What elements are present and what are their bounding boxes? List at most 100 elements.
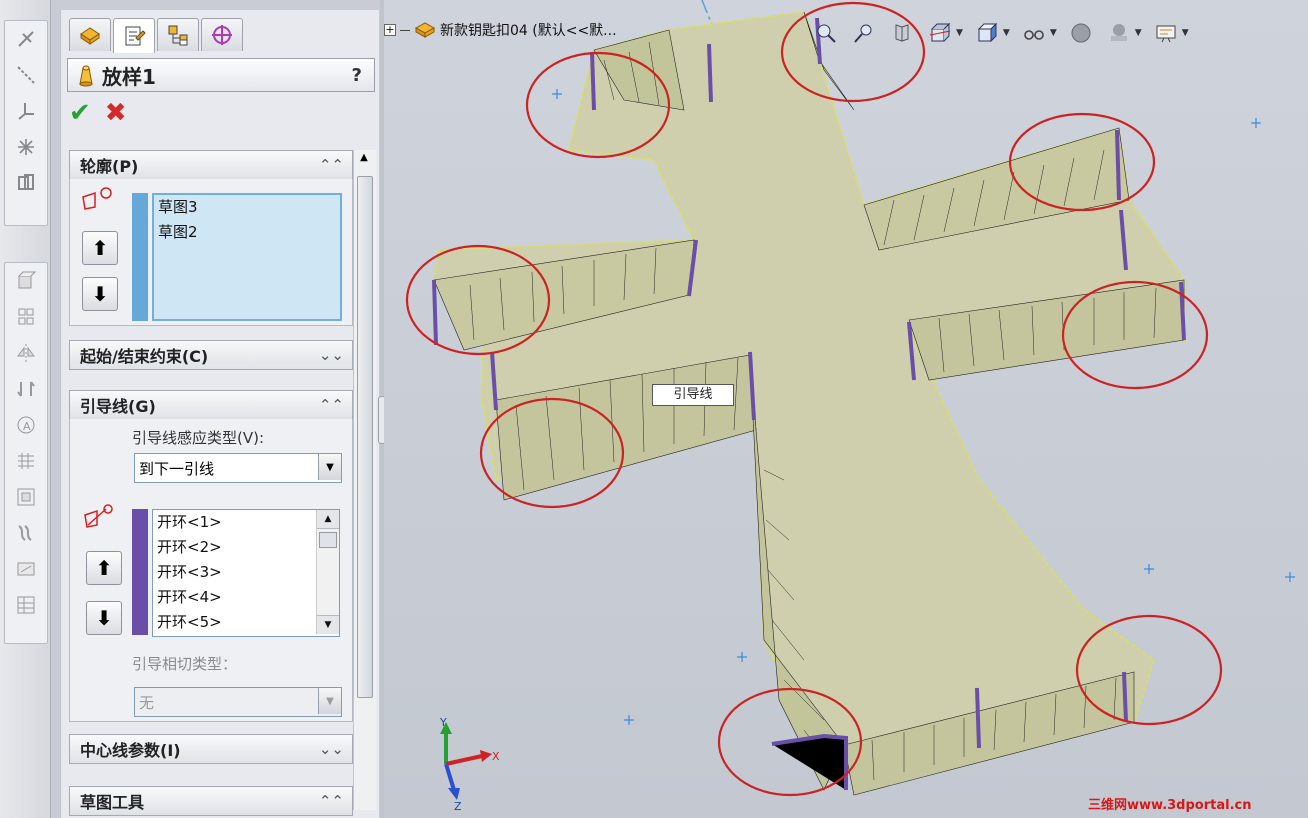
loft-feature-icon	[79, 65, 93, 87]
cross-top-face[interactable]	[432, 10, 1185, 747]
expand-tree-icon[interactable]: +	[384, 24, 396, 36]
list-item[interactable]: 开环<3>	[153, 560, 339, 585]
profile-selection-icon	[82, 187, 112, 210]
tab-feature-manager[interactable]	[69, 18, 111, 51]
grid-icon[interactable]	[5, 443, 47, 479]
guide-influence-dropdown[interactable]: 到下一引线 ▼	[134, 453, 342, 483]
chevron-down-icon[interactable]: ▼	[956, 28, 963, 38]
mirror-icon[interactable]	[5, 335, 47, 371]
property-manager-icon	[125, 26, 146, 46]
guide-tangency-dropdown[interactable]: 无 ▼	[134, 687, 342, 717]
list-item[interactable]: 开环<1>	[153, 510, 339, 535]
scroll-thumb[interactable]	[319, 532, 337, 548]
list-item[interactable]: 草图3	[154, 195, 340, 220]
collapse-icon[interactable]: ⌃⌃	[319, 792, 344, 810]
panel-scrollbar[interactable]: ▲	[353, 150, 376, 810]
split-line-icon[interactable]	[5, 551, 47, 587]
list-item[interactable]: 开环<5>	[153, 610, 339, 635]
scroll-up-icon[interactable]: ▲	[356, 152, 372, 170]
reference-geometry-group	[4, 20, 48, 226]
point-icon[interactable]	[5, 129, 47, 165]
sketch-tools-section-title: 草图工具	[80, 793, 145, 812]
help-button[interactable]: ?	[352, 65, 362, 86]
part-name: 新款钥匙扣04 (默认<<默...	[440, 23, 617, 39]
guide-curve-callout[interactable]: 引导线	[652, 384, 734, 406]
tab-configuration-manager[interactable]	[157, 18, 199, 51]
command-toolbar: A	[0, 0, 51, 818]
cancel-button[interactable]: ✖	[105, 98, 127, 128]
extrude-icon[interactable]	[5, 263, 47, 299]
tab-property-manager[interactable]	[113, 18, 155, 53]
section-view-icon[interactable]	[926, 20, 954, 46]
guide-curves-list[interactable]: 开环<1> 开环<2> 开环<3> 开环<4> 开环<5> ▲ ▼	[152, 509, 340, 637]
reference-plane-icon[interactable]	[5, 165, 47, 201]
axis-x-label: X	[492, 750, 500, 763]
list-scrollbar[interactable]: ▲ ▼	[316, 510, 339, 634]
hide-show-icon[interactable]	[1020, 20, 1048, 46]
arrow-down-icon: ⬇	[91, 282, 109, 306]
chevron-down-icon[interactable]: ▼	[318, 688, 341, 714]
move-down-button[interactable]: ⬇	[86, 601, 122, 635]
view-settings-icon[interactable]	[1152, 20, 1180, 46]
watermark: 三维网www.3dportal.cn	[1088, 798, 1252, 813]
axis-y-label: Y	[439, 716, 447, 729]
profiles-section-header[interactable]: 轮廓(P) ⌃⌃	[69, 150, 353, 180]
list-item[interactable]: 草图2	[154, 220, 340, 245]
start-end-section-title: 起始/结束约束(C)	[80, 347, 209, 366]
svg-text:A: A	[23, 420, 31, 433]
previous-view-icon[interactable]	[888, 20, 916, 46]
feature-manager-icon	[80, 27, 100, 45]
scroll-thumb[interactable]	[357, 176, 373, 698]
view-orientation-icon[interactable]	[973, 20, 1001, 46]
start-end-section-header[interactable]: 起始/结束约束(C) ⌄⌄	[69, 340, 353, 370]
sketch-entity-icon[interactable]	[5, 21, 47, 57]
collapse-icon[interactable]: ⌃⌃	[319, 156, 344, 174]
list-item[interactable]: 开环<4>	[153, 585, 339, 610]
profiles-section-title: 轮廓(P)	[80, 157, 139, 176]
chevron-down-icon[interactable]: ▼	[1003, 28, 1010, 38]
move-up-button[interactable]: ⬆	[86, 551, 122, 585]
feature-tree-flyout[interactable]: + 新款钥匙扣04 (默认<<默...	[384, 20, 617, 40]
zoom-area-icon[interactable]	[850, 20, 878, 46]
coordinate-system-icon[interactable]	[5, 93, 47, 129]
move-down-button[interactable]: ⬇	[82, 277, 118, 311]
list-item[interactable]: 开环<2>	[153, 535, 339, 560]
tab-dimxpert-manager[interactable]	[201, 18, 243, 51]
move-copy-icon[interactable]	[5, 371, 47, 407]
centerline-section-header[interactable]: 中心线参数(I) ⌄⌄	[69, 734, 353, 764]
profiles-section-body: ⬆ ⬇ 草图3 草图2	[69, 179, 353, 326]
wrap-icon[interactable]	[5, 515, 47, 551]
scroll-down-icon[interactable]: ▼	[317, 615, 339, 634]
guides-section-header[interactable]: 引导线(G) ⌃⌃	[69, 390, 353, 420]
centerline-icon[interactable]	[5, 57, 47, 93]
graphics-area[interactable]: Y X Z	[384, 0, 1308, 818]
table-icon[interactable]	[5, 587, 47, 623]
chevron-down-icon[interactable]: ▼	[318, 454, 341, 480]
chevron-down-icon[interactable]: ▼	[1050, 28, 1057, 38]
heads-up-view-toolbar: ▼ ▼ ▼ ▼ ▼	[812, 20, 1189, 46]
shell-icon[interactable]	[5, 479, 47, 515]
apply-scene-icon[interactable]	[1105, 20, 1133, 46]
arrow-down-icon: ⬇	[95, 606, 113, 630]
expand-icon[interactable]: ⌄⌄	[319, 740, 344, 758]
move-up-button[interactable]: ⬆	[82, 231, 118, 265]
guide-tangency-label: 引导相切类型：	[132, 655, 238, 673]
expand-icon[interactable]: ⌄⌄	[319, 346, 344, 364]
chevron-down-icon[interactable]: ▼	[1135, 28, 1142, 38]
pattern-icon[interactable]	[5, 299, 47, 335]
zoom-to-fit-icon[interactable]	[812, 20, 840, 46]
profile-color-bar	[132, 193, 148, 321]
collapse-icon[interactable]: ⌃⌃	[319, 396, 344, 414]
edit-appearance-icon[interactable]	[1067, 20, 1095, 46]
guide-influence-label: 引导线感应类型(V):	[132, 429, 265, 447]
dropdown-value: 无	[139, 693, 155, 712]
sketch-tools-section-header[interactable]: 草图工具 ⌃⌃	[69, 786, 353, 816]
arrow-up-icon: ⬆	[91, 236, 109, 260]
arrow-up-icon: ⬆	[95, 556, 113, 580]
profiles-list[interactable]: 草图3 草图2	[152, 193, 342, 321]
ok-button[interactable]: ✔	[69, 98, 91, 128]
text-icon[interactable]: A	[5, 407, 47, 443]
scroll-up-icon[interactable]: ▲	[317, 510, 339, 529]
manager-tabs	[69, 18, 243, 53]
chevron-down-icon[interactable]: ▼	[1182, 28, 1189, 38]
